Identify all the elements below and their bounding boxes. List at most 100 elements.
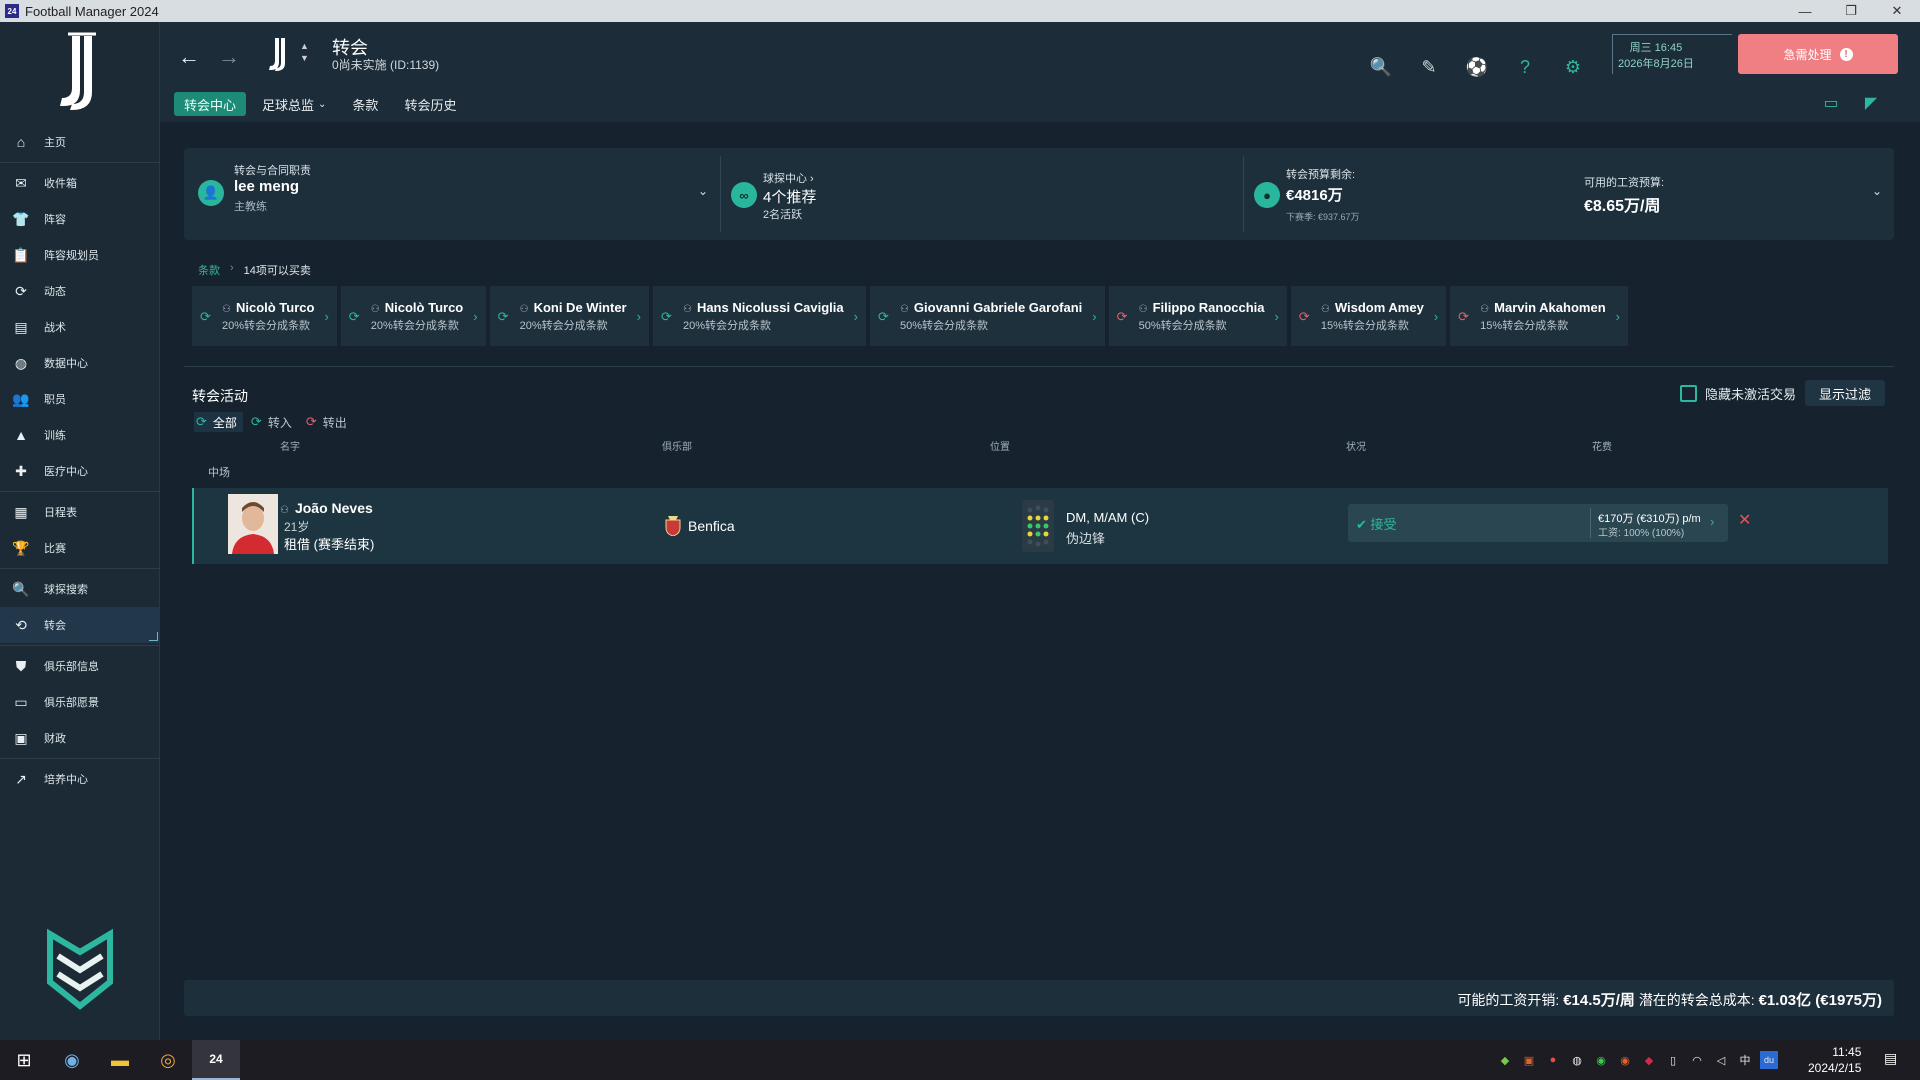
- notification-icon[interactable]: ▤: [1884, 1050, 1897, 1067]
- sell-on-clause-card[interactable]: ⟳ ⚇ Nicolò Turco 20%转会分成条款 ›: [192, 286, 337, 346]
- hide-inactive-toggle[interactable]: 隐藏未激活交易: [1680, 384, 1796, 403]
- sidebar-item-tactics[interactable]: ▤ 战术: [0, 309, 160, 345]
- juventus-logo[interactable]: [50, 32, 110, 112]
- windows-start-icon[interactable]: ⊞: [0, 1040, 48, 1080]
- sell-on-clause-card[interactable]: ⟳ ⚇ Filippo Ranocchia 50%转会分成条款 ›: [1108, 286, 1287, 346]
- column-header-club[interactable]: 俱乐部: [662, 438, 692, 453]
- battery-icon[interactable]: ▯: [1664, 1051, 1682, 1069]
- player-name[interactable]: ⚇ João Neves: [280, 500, 373, 516]
- breadcrumb-clauses-link[interactable]: 条款: [198, 262, 220, 278]
- budget-block[interactable]: ● 转会预算剩余: €4816万 下赛季: €937.67万 可用的工资预算: …: [1244, 148, 1894, 240]
- sell-on-clause-card[interactable]: ⟳ ⚇ Giovanni Gabriele Garofani 50%转会分成条款 ›: [869, 286, 1105, 346]
- sell-on-clause-card[interactable]: ⟳ ⚇ Koni De Winter 20%转会分成条款 ›: [489, 286, 649, 346]
- sidebar-item-shirt[interactable]: 👕 阵容: [0, 201, 160, 237]
- sidebar-item-finance[interactable]: ▣ 财政: [0, 720, 160, 756]
- sell-on-clause-card[interactable]: ⟳ ⚇ Wisdom Amey 15%转会分成条款 ›: [1290, 286, 1447, 346]
- sidebar-item-search[interactable]: 🔍 球探搜索: [0, 571, 160, 607]
- sidebar-item-medical[interactable]: ✚ 医疗中心: [0, 453, 160, 489]
- chevron-down-icon[interactable]: ⌄: [698, 184, 708, 198]
- tab-transfer-centre[interactable]: 转会中心: [174, 92, 247, 116]
- ime-indicator[interactable]: 中: [1736, 1051, 1754, 1069]
- header-club-logo[interactable]: [265, 36, 293, 72]
- sidebar-item-inbox[interactable]: ✉ 收件箱: [0, 165, 160, 201]
- chevron-right-icon[interactable]: ›: [1616, 309, 1620, 324]
- transfer-row[interactable]: ⚇ João Neves 21岁 租借 (赛季结束) Benfica DM, M/…: [192, 488, 1888, 564]
- forward-arrow-icon[interactable]: →: [218, 44, 240, 70]
- sidebar-item-vision[interactable]: ▭ 俱乐部愿景: [0, 684, 160, 720]
- chevron-right-icon[interactable]: ›: [1710, 514, 1714, 529]
- chevron-right-icon[interactable]: ›: [637, 309, 641, 324]
- club-name[interactable]: Benfica: [688, 518, 735, 534]
- column-header-status[interactable]: 状况: [1346, 438, 1366, 453]
- system-clock[interactable]: 11:45 2024/2/15: [1808, 1044, 1861, 1076]
- steam-icon[interactable]: ◍: [1568, 1051, 1586, 1069]
- wifi-icon[interactable]: ◠: [1688, 1051, 1706, 1069]
- player-age: 21岁: [284, 520, 310, 534]
- game-date[interactable]: 周三 16:45 2026年8月26日: [1618, 40, 1694, 72]
- back-arrow-icon[interactable]: ←: [178, 44, 200, 70]
- sidebar-item-transfer[interactable]: ⟲ 转会: [0, 607, 160, 643]
- sidebar-item-staff[interactable]: 👥 职员: [0, 381, 160, 417]
- office-icon[interactable]: ▣: [1520, 1051, 1538, 1069]
- minimize-button[interactable]: —: [1782, 0, 1828, 22]
- du-icon[interactable]: du: [1760, 1051, 1778, 1069]
- sell-on-clause-card[interactable]: ⟳ ⚇ Hans Nicolussi Caviglia 20%转会分成条款 ›: [652, 286, 866, 346]
- chevron-right-icon[interactable]: ›: [473, 309, 477, 324]
- tab-director-of-football[interactable]: 足球总监 ⌄: [252, 92, 336, 116]
- tab-clauses[interactable]: 条款: [342, 92, 388, 116]
- help-icon[interactable]: ?: [1512, 54, 1538, 80]
- sell-on-clause-card[interactable]: ⟳ ⚇ Nicolò Turco 20%转会分成条款 ›: [340, 286, 486, 346]
- file-explorer-icon[interactable]: ▬: [96, 1040, 144, 1080]
- sidebar-item-clipboard[interactable]: 📋 阵容规划员: [0, 237, 160, 273]
- flag-icon[interactable]: ◤: [1860, 92, 1882, 114]
- fm24-taskbar-icon[interactable]: 24: [192, 1040, 240, 1080]
- column-header-fee[interactable]: 花费: [1592, 438, 1612, 453]
- restore-button[interactable]: ❐: [1828, 0, 1874, 22]
- scouting-block[interactable]: ∞ 球探中心 › 4个推荐 2名活跃: [721, 148, 1243, 240]
- chevron-right-icon[interactable]: ›: [1092, 309, 1096, 324]
- sidebar-item-trophy[interactable]: 🏆 比赛: [0, 530, 160, 566]
- chevron-right-icon[interactable]: ›: [1434, 309, 1438, 324]
- sidebar-item-shield[interactable]: ⛊ 俱乐部信息: [0, 648, 160, 684]
- benfica-badge[interactable]: [664, 514, 682, 536]
- sidebar-item-training[interactable]: ▲ 训练: [0, 417, 160, 453]
- settings-gear-icon[interactable]: ⚙: [1560, 54, 1586, 80]
- activity-tab-all[interactable]: ⟳ 全部: [194, 412, 243, 432]
- sell-on-clause-card[interactable]: ⟳ ⚇ Marvin Akahomen 15%转会分成条款 ›: [1450, 286, 1628, 346]
- transfer-status[interactable]: ✔ 接受 €170万 (€310万) p/m 工资: 100% (100%) ›: [1348, 504, 1728, 542]
- search-icon[interactable]: 🔍: [1368, 54, 1394, 80]
- browser-icon[interactable]: ◉: [48, 1040, 96, 1080]
- sidebar-item-calendar[interactable]: ▦ 日程表: [0, 494, 160, 530]
- club-switcher-icon[interactable]: ▲ ▼: [300, 40, 309, 64]
- column-header-position[interactable]: 位置: [990, 438, 1010, 453]
- chevron-right-icon[interactable]: ›: [854, 309, 858, 324]
- nvidia-icon[interactable]: ◆: [1496, 1051, 1514, 1069]
- app-tray-icon-2[interactable]: ◆: [1640, 1051, 1658, 1069]
- sidebar-item-dynamics[interactable]: ⟳ 动态: [0, 273, 160, 309]
- network-app-icon[interactable]: ◉: [1592, 1051, 1610, 1069]
- column-header-name[interactable]: 名字: [280, 438, 300, 453]
- sidebar-item-data[interactable]: ◍ 数据中心: [0, 345, 160, 381]
- activity-tab-out[interactable]: ⟳ 转出: [304, 412, 353, 432]
- sidebar-item-home[interactable]: ⌂ 主页: [0, 124, 160, 160]
- monitor-icon[interactable]: ▭: [1820, 92, 1842, 114]
- fm-brain-icon[interactable]: ⚽: [1464, 54, 1490, 80]
- show-filter-button[interactable]: 显示过滤: [1805, 380, 1885, 406]
- responsibility-block[interactable]: 👤 转会与合同职责 lee meng 主教练 ⌄: [184, 148, 720, 240]
- close-button[interactable]: ✕: [1874, 0, 1920, 22]
- chrome-icon[interactable]: ◎: [144, 1040, 192, 1080]
- cancel-transfer-icon[interactable]: ✕: [1738, 510, 1751, 530]
- antivirus-icon[interactable]: ●: [1544, 1051, 1562, 1069]
- volume-icon[interactable]: ◁: [1712, 1051, 1730, 1069]
- activity-tab-in[interactable]: ⟳ 转入: [249, 412, 298, 432]
- player-photo[interactable]: [228, 494, 278, 554]
- urgent-action-button[interactable]: 急需处理 !: [1738, 34, 1898, 74]
- hide-inactive-checkbox[interactable]: [1680, 385, 1697, 402]
- chevron-right-icon[interactable]: ›: [1275, 309, 1279, 324]
- chevron-down-icon[interactable]: ⌄: [1872, 184, 1882, 198]
- sidebar-item-development[interactable]: ↗ 培养中心: [0, 761, 160, 797]
- chevron-right-icon[interactable]: ›: [324, 309, 328, 324]
- app-tray-icon[interactable]: ◉: [1616, 1051, 1634, 1069]
- edit-icon[interactable]: ✎: [1416, 54, 1442, 80]
- tab-transfer-history[interactable]: 转会历史: [394, 92, 466, 116]
